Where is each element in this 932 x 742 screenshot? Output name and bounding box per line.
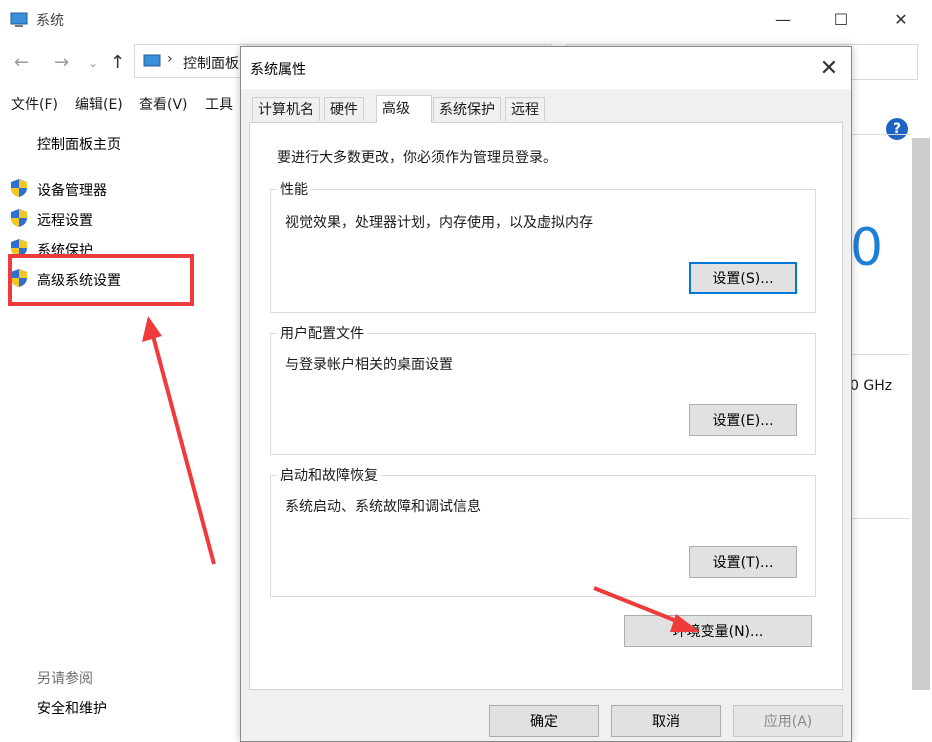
annotation-arrows [142, 316, 700, 632]
tab-advanced[interactable]: 高级 [376, 95, 432, 123]
arrow-to-advanced-settings-icon [142, 316, 216, 565]
arrow-to-environment-variables-icon [593, 586, 700, 632]
